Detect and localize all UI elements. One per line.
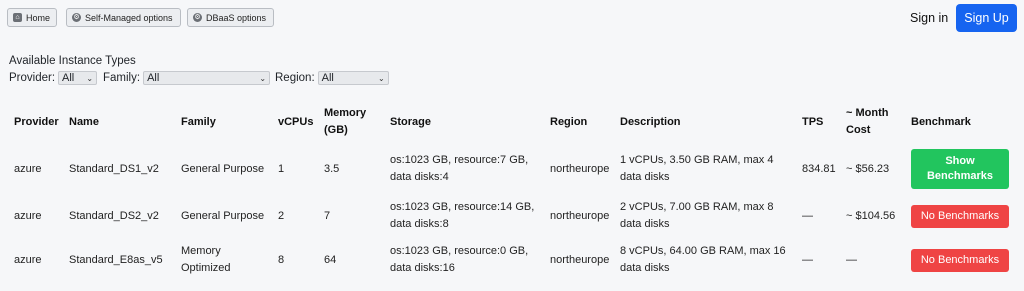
cell-month-cost: ~ $56.23 <box>846 163 890 175</box>
cell-family: Memory Optimized <box>181 245 231 274</box>
chevron-down-icon: ⌄ <box>377 73 385 83</box>
cell-storage: os:1023 GB, resource:7 GB, data disks:4 <box>390 154 529 183</box>
home-button-label: Home <box>25 12 50 23</box>
region-select[interactable]: All ⌄ <box>317 71 389 85</box>
header-name: Name <box>69 116 99 128</box>
header-tps: TPS <box>802 116 824 128</box>
header-provider: Provider <box>14 116 59 128</box>
family-select-value: All <box>147 72 160 84</box>
cell-name: Standard_DS1_v2 <box>69 163 159 175</box>
region-filter: Region: All ⌄ <box>275 71 389 85</box>
cell-name: Standard_DS2_v2 <box>69 210 159 222</box>
cell-storage: os:1023 GB, resource:14 GB, data disks:8 <box>390 201 535 230</box>
sign-in-link[interactable]: Sign in <box>910 11 948 25</box>
home-button[interactable]: ⌂ Home <box>7 8 57 27</box>
header-storage: Storage <box>390 116 431 128</box>
gear-icon: ⚙ <box>72 13 81 22</box>
cell-provider: azure <box>14 254 42 266</box>
family-filter: Family: All ⌄ <box>103 71 271 85</box>
cell-family: General Purpose <box>181 163 265 175</box>
cell-memory: 3.5 <box>324 163 340 175</box>
region-filter-label: Region: <box>275 72 315 84</box>
header-memory: Memory (GB) <box>324 107 367 136</box>
cell-storage: os:1023 GB, resource:0 GB, data disks:16 <box>390 245 529 274</box>
provider-filter-label: Provider: <box>9 72 56 84</box>
family-select[interactable]: All ⌄ <box>143 71 271 85</box>
top-bar: ⌂ Home ⚙ Self-Managed options ⚙ DBaaS op… <box>0 0 1024 40</box>
family-filter-label: Family: <box>103 72 141 84</box>
cell-tps: — <box>802 210 813 222</box>
filters-title: Available Instance Types <box>9 55 136 67</box>
provider-select-value: All <box>62 72 75 84</box>
cell-vcpus: 2 <box>278 210 285 222</box>
chevron-down-icon: ⌄ <box>259 73 267 83</box>
cell-description: 8 vCPUs, 64.00 GB RAM, max 16 data disks <box>620 245 786 274</box>
header-region: Region <box>550 116 588 128</box>
cell-month-cost: — <box>846 254 857 266</box>
sign-up-button[interactable]: Sign Up <box>956 4 1017 32</box>
header-family: Family <box>181 116 216 128</box>
cell-vcpus: 8 <box>278 254 285 266</box>
home-icon: ⌂ <box>13 13 22 22</box>
header-description: Description <box>620 116 681 128</box>
cell-region: northeurope <box>550 163 610 175</box>
cell-tps: — <box>802 254 813 266</box>
region-select-value: All <box>321 72 334 84</box>
cell-name: Standard_E8as_v5 <box>69 254 163 266</box>
cell-family: General Purpose <box>181 210 265 222</box>
provider-select[interactable]: All ⌄ <box>58 71 98 85</box>
cell-description: 1 vCPUs, 3.50 GB RAM, max 4 data disks <box>620 154 774 183</box>
self-managed-options-label: Self-Managed options <box>85 12 173 23</box>
no-benchmarks-button[interactable]: No Benchmarks <box>911 249 1009 272</box>
no-benchmarks-button[interactable]: No Benchmarks <box>911 205 1009 228</box>
header-month-cost: ~ Month Cost <box>846 107 889 136</box>
header-vcpus: vCPUs <box>278 116 314 128</box>
cell-month-cost: ~ $104.56 <box>846 210 896 222</box>
gear-icon: ⚙ <box>193 13 202 22</box>
chevron-down-icon: ⌄ <box>86 73 94 83</box>
cell-provider: azure <box>14 210 42 222</box>
header-benchmark: Benchmark <box>911 116 971 128</box>
dbaas-options-label: DBaaS options <box>206 12 267 23</box>
cell-region: northeurope <box>550 254 610 266</box>
dbaas-options-button[interactable]: ⚙ DBaaS options <box>187 8 274 27</box>
cell-tps: 834.81 <box>802 163 836 175</box>
self-managed-options-button[interactable]: ⚙ Self-Managed options <box>66 8 181 27</box>
provider-filter: Provider: All ⌄ <box>9 71 98 85</box>
cell-provider: azure <box>14 163 42 175</box>
show-benchmarks-button[interactable]: Show Benchmarks <box>911 149 1009 189</box>
cell-memory: 7 <box>324 210 331 222</box>
cell-description: 2 vCPUs, 7.00 GB RAM, max 8 data disks <box>620 201 774 230</box>
cell-region: northeurope <box>550 210 610 222</box>
cell-vcpus: 1 <box>278 163 285 175</box>
cell-memory: 64 <box>324 254 337 266</box>
